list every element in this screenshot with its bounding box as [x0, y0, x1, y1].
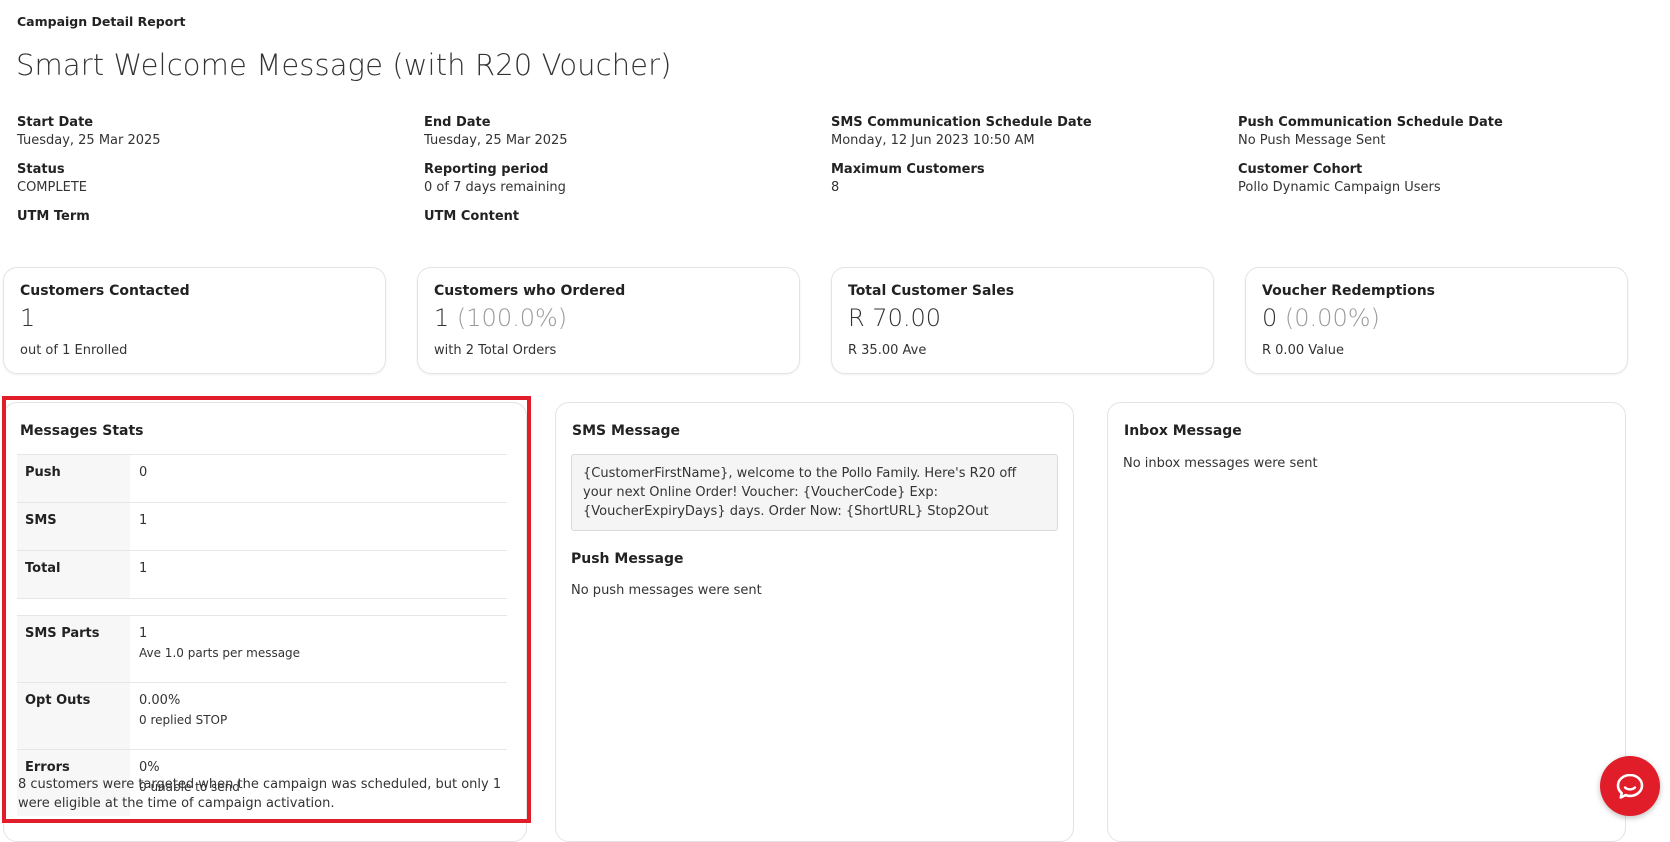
meta-utm-term: UTM Term: [17, 208, 161, 255]
stats-key: Push: [17, 454, 130, 503]
meta-max-customers: Maximum Customers 8: [831, 161, 1092, 208]
meta-column-4: Push Communication Schedule Date No Push…: [1238, 114, 1503, 208]
kpi-voucher-redemptions: Voucher Redemptions 0 (0.00%) R 0.00 Val…: [1245, 267, 1628, 374]
stats-spacer-cell: [17, 598, 507, 616]
push-schedule-label: Push Communication Schedule Date: [1238, 115, 1503, 130]
meta-start-date: Start Date Tuesday, 25 Mar 2025: [17, 114, 161, 161]
meta-column-2: End Date Tuesday, 25 Mar 2025 Reporting …: [424, 114, 568, 255]
stats-row-opt-outs: Opt Outs 0.00% 0 replied STOP: [17, 682, 507, 750]
stats-subvalue: 0 replied STOP: [139, 713, 228, 727]
stats-key: SMS: [17, 502, 130, 551]
kpi-subtext: R 35.00 Ave: [848, 343, 927, 358]
meta-status: Status COMPLETE: [17, 161, 161, 208]
meta-end-date: End Date Tuesday, 25 Mar 2025: [424, 114, 568, 161]
kpi-subtext: with 2 Total Orders: [434, 343, 557, 358]
kpi-value: 1: [20, 304, 35, 332]
stats-row-total: Total 1: [17, 550, 507, 599]
sms-message-body: {CustomerFirstName}, welcome to the Poll…: [571, 454, 1058, 531]
stats-note: 8 customers were targeted when the campa…: [18, 777, 502, 811]
start-date-label: Start Date: [17, 115, 94, 130]
meta-push-schedule: Push Communication Schedule Date No Push…: [1238, 114, 1503, 161]
kpi-subtext: out of 1 Enrolled: [20, 343, 128, 358]
stats-value: 1: [139, 626, 148, 641]
stats-value: 0.00%: [139, 693, 181, 708]
kpi-percent: (0.00%): [1284, 304, 1380, 332]
meta-reporting-period: Reporting period 0 of 7 days remaining: [424, 161, 568, 208]
kpi-label: Customers Contacted: [20, 283, 190, 299]
reporting-period-value: 0 of 7 days remaining: [424, 180, 566, 195]
meta-sms-schedule: SMS Communication Schedule Date Monday, …: [831, 114, 1092, 161]
stats-value-cell: 0.00% 0 replied STOP: [130, 682, 507, 750]
sms-message-title: SMS Message: [572, 423, 681, 439]
kpi-subtext: R 0.00 Value: [1262, 343, 1344, 358]
messages-stats-title: Messages Stats: [20, 423, 144, 439]
cohort-value: Pollo Dynamic Campaign Users: [1238, 180, 1441, 195]
meta-column-1: Start Date Tuesday, 25 Mar 2025 Status C…: [17, 114, 161, 255]
end-date-value: Tuesday, 25 Mar 2025: [424, 133, 568, 148]
stats-spacer: [17, 598, 507, 616]
kpi-number: 1: [434, 304, 450, 332]
kpi-label: Customers who Ordered: [434, 283, 626, 299]
kpi-value: 0 (0.00%): [1262, 304, 1380, 332]
stats-row-sms: SMS 1: [17, 502, 507, 551]
end-date-label: End Date: [424, 115, 491, 130]
kpi-customers-contacted: Customers Contacted 1 out of 1 Enrolled: [3, 267, 386, 374]
start-date-value: Tuesday, 25 Mar 2025: [17, 133, 161, 148]
reporting-period-label: Reporting period: [424, 162, 549, 177]
status-label: Status: [17, 162, 65, 177]
kpi-total-sales: Total Customer Sales R 70.00 R 35.00 Ave: [831, 267, 1214, 374]
utm-term-value: [17, 226, 161, 244]
kpi-number: R 70.00: [848, 304, 942, 332]
page-title: Smart Welcome Message (with R20 Voucher): [16, 48, 672, 82]
kpi-label: Total Customer Sales: [848, 283, 1015, 299]
utm-content-label: UTM Content: [424, 209, 520, 224]
stats-value: 0: [130, 454, 507, 503]
kpi-number: 1: [20, 304, 36, 332]
stats-row-push: Push 0: [17, 454, 507, 503]
max-customers-label: Maximum Customers: [831, 162, 985, 177]
sms-schedule-value: Monday, 12 Jun 2023 10:50 AM: [831, 133, 1035, 148]
stats-value: 1: [130, 502, 507, 551]
kpi-number: 0: [1262, 304, 1278, 332]
inbox-message-body: No inbox messages were sent: [1123, 456, 1318, 471]
chat-bubble-icon: [1616, 773, 1644, 799]
kpi-customers-ordered: Customers who Ordered 1 (100.0%) with 2 …: [417, 267, 800, 374]
sms-schedule-label: SMS Communication Schedule Date: [831, 115, 1092, 130]
kpi-label: Voucher Redemptions: [1262, 283, 1436, 299]
status-value: COMPLETE: [17, 180, 87, 195]
stats-key: Opt Outs: [17, 682, 130, 750]
stats-value: 1: [130, 550, 507, 599]
messages-stats-table: Push 0 SMS 1 Total 1 SMS Parts 1 Ave 1.0…: [17, 454, 507, 816]
stats-row-sms-parts: SMS Parts 1 Ave 1.0 parts per message: [17, 615, 507, 683]
stats-key: SMS Parts: [17, 615, 130, 683]
stats-value: 0%: [139, 760, 160, 775]
push-message-body: No push messages were sent: [571, 583, 762, 598]
cohort-label: Customer Cohort: [1238, 162, 1363, 177]
kpi-value: 1 (100.0%): [434, 304, 567, 332]
chat-button[interactable]: [1600, 756, 1660, 816]
kpi-value: R 70.00: [848, 304, 941, 332]
utm-term-label: UTM Term: [17, 209, 90, 224]
meta-column-3: SMS Communication Schedule Date Monday, …: [831, 114, 1092, 208]
meta-cohort: Customer Cohort Pollo Dynamic Campaign U…: [1238, 161, 1503, 208]
kpi-percent: (100.0%): [456, 304, 568, 332]
push-schedule-value: No Push Message Sent: [1238, 133, 1386, 148]
stats-value-cell: 1 Ave 1.0 parts per message: [130, 615, 507, 683]
breadcrumb: Campaign Detail Report: [17, 14, 186, 29]
max-customers-value: 8: [831, 180, 840, 195]
stats-key: Total: [17, 550, 130, 599]
meta-utm-content: UTM Content: [424, 208, 568, 255]
stats-subvalue: Ave 1.0 parts per message: [139, 646, 301, 660]
push-message-title: Push Message: [571, 551, 684, 567]
utm-content-value: [424, 226, 568, 244]
inbox-message-title: Inbox Message: [1124, 423, 1242, 439]
